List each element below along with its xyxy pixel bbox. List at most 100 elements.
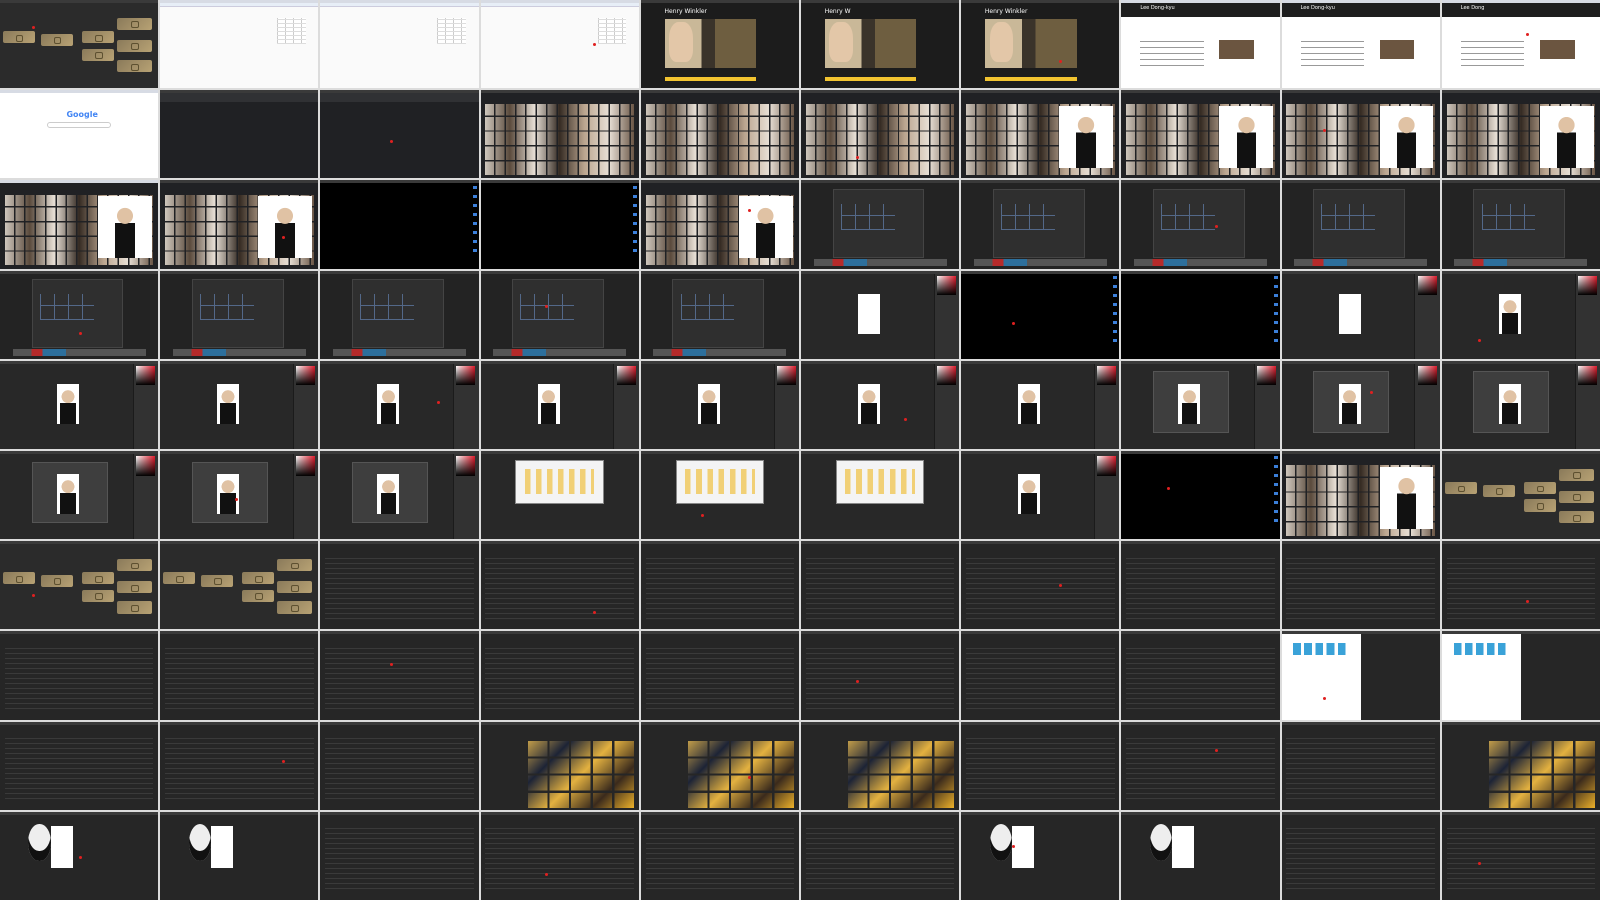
thumbnail-photos[interactable] (800, 90, 960, 179)
media-gallery[interactable] (688, 739, 796, 809)
menu-tile[interactable] (163, 572, 195, 585)
menu-tile[interactable] (277, 601, 313, 614)
thumbnail-gallery[interactable] (640, 721, 799, 810)
thumbnail-black[interactable] (320, 180, 479, 269)
thumbnail-tiles[interactable] (1441, 450, 1600, 540)
spreadsheet-cells[interactable] (277, 17, 306, 45)
menu-tile[interactable] (277, 558, 313, 572)
recent-files-strip[interactable] (973, 258, 1107, 266)
desktop-icons[interactable] (1273, 275, 1278, 347)
thumbnail-list[interactable] (320, 541, 479, 630)
document-canvas[interactable] (857, 383, 881, 425)
thumbnail-gdark[interactable] (320, 90, 479, 179)
data-table[interactable] (164, 737, 314, 800)
data-table[interactable] (805, 647, 955, 709)
thumbnail-ps[interactable] (160, 360, 319, 449)
image-preview-panel[interactable] (1379, 106, 1434, 168)
desktop-icons[interactable] (1273, 456, 1278, 527)
thumbnail-photos[interactable] (1121, 90, 1280, 179)
data-table[interactable] (4, 737, 154, 800)
menu-tile[interactable] (201, 574, 233, 588)
data-table[interactable] (1286, 827, 1436, 890)
document-canvas[interactable] (377, 383, 400, 425)
image-preview-panel[interactable] (1539, 106, 1594, 168)
file-explorer-window[interactable] (835, 459, 925, 504)
data-table[interactable] (1286, 737, 1436, 800)
thumbnail-tiles[interactable] (0, 541, 159, 630)
thumbnail-list[interactable] (640, 541, 799, 630)
document-canvas[interactable] (697, 383, 720, 425)
menu-tile[interactable] (242, 572, 275, 585)
media-gallery[interactable] (528, 739, 636, 809)
menu-tile[interactable] (3, 30, 35, 44)
menu-tile[interactable] (3, 572, 35, 585)
thumbnail-photos[interactable] (640, 180, 799, 269)
spreadsheet-cells[interactable] (437, 17, 466, 45)
thumbnail-tiles[interactable] (0, 0, 159, 89)
data-table[interactable] (1446, 827, 1596, 890)
document-canvas[interactable] (857, 293, 881, 335)
menu-tile[interactable] (1558, 490, 1594, 504)
menu-tile[interactable] (117, 558, 152, 572)
thumbnail-list[interactable] (320, 721, 479, 810)
color-picker[interactable] (1417, 275, 1437, 296)
thumbnail-black[interactable] (1121, 450, 1280, 540)
new-document-dialog[interactable] (1473, 189, 1566, 258)
color-picker[interactable] (1417, 366, 1437, 386)
data-table[interactable] (325, 647, 474, 709)
thumbnail-list[interactable] (1121, 541, 1280, 630)
thumbnail-ps[interactable] (1441, 360, 1600, 449)
thumbnail-ps[interactable] (800, 270, 960, 359)
thumbnail-avatar[interactable] (961, 811, 1120, 900)
menu-tile[interactable] (117, 17, 152, 30)
profile-action-bar[interactable] (664, 76, 757, 82)
thumbnail-list[interactable] (320, 811, 479, 900)
data-table[interactable] (1446, 557, 1596, 619)
thumbnail-gallery[interactable] (800, 721, 960, 810)
thumbnail-photos[interactable] (1281, 450, 1440, 540)
data-table[interactable] (325, 827, 474, 890)
data-table[interactable] (1126, 737, 1275, 800)
menu-tile[interactable] (41, 33, 73, 46)
thumbnail-list[interactable] (1121, 631, 1280, 720)
thumbnail-wiki[interactable]: Lee Dong-kyu (1281, 0, 1440, 89)
data-table[interactable] (485, 557, 635, 619)
document-canvas[interactable] (56, 383, 80, 425)
thumbnail-newdoc[interactable] (800, 180, 960, 269)
thumbnail-list[interactable] (1441, 811, 1600, 900)
spreadsheet-cells[interactable] (597, 17, 627, 45)
data-table[interactable] (4, 647, 154, 709)
thumbnail-ps[interactable] (0, 360, 159, 449)
media-gallery[interactable] (1489, 739, 1597, 809)
thumbnail-sheet[interactable] (320, 0, 479, 89)
data-table[interactable] (1286, 557, 1436, 619)
thumbnail-newdoc[interactable] (1441, 180, 1600, 269)
thumbnail-gallery[interactable] (480, 721, 639, 810)
desktop-icons[interactable] (632, 185, 637, 257)
thumbnail-list[interactable] (0, 721, 159, 810)
thumbnail-explorer[interactable] (480, 450, 639, 540)
image-results-grid[interactable] (805, 104, 955, 175)
menu-tile[interactable] (82, 589, 114, 603)
thumbnail-ps[interactable] (160, 450, 319, 540)
recent-files-strip[interactable] (333, 349, 466, 357)
color-picker[interactable] (456, 456, 476, 476)
thumbnail-list[interactable] (961, 541, 1120, 630)
image-results-grid[interactable] (485, 104, 635, 175)
document-canvas[interactable] (217, 383, 240, 425)
thumbnail-ps[interactable] (961, 450, 1120, 540)
new-document-dialog[interactable] (1153, 189, 1245, 258)
new-document-dialog[interactable] (1313, 189, 1405, 258)
data-table[interactable] (325, 557, 474, 619)
thumbnail-google[interactable]: Google (0, 90, 159, 179)
color-picker[interactable] (296, 366, 316, 386)
thumbnail-list[interactable] (1121, 721, 1280, 810)
data-table[interactable] (1126, 557, 1275, 619)
thumbnail-newdoc[interactable] (1281, 180, 1440, 269)
thumbnail-profile[interactable]: Henry Winkler (640, 0, 799, 89)
thumbnail-photos[interactable] (160, 180, 319, 269)
thumbnail-list[interactable] (1281, 721, 1440, 810)
document-canvas[interactable] (377, 473, 400, 515)
data-table[interactable] (645, 827, 795, 890)
menu-tile[interactable] (1558, 468, 1594, 481)
